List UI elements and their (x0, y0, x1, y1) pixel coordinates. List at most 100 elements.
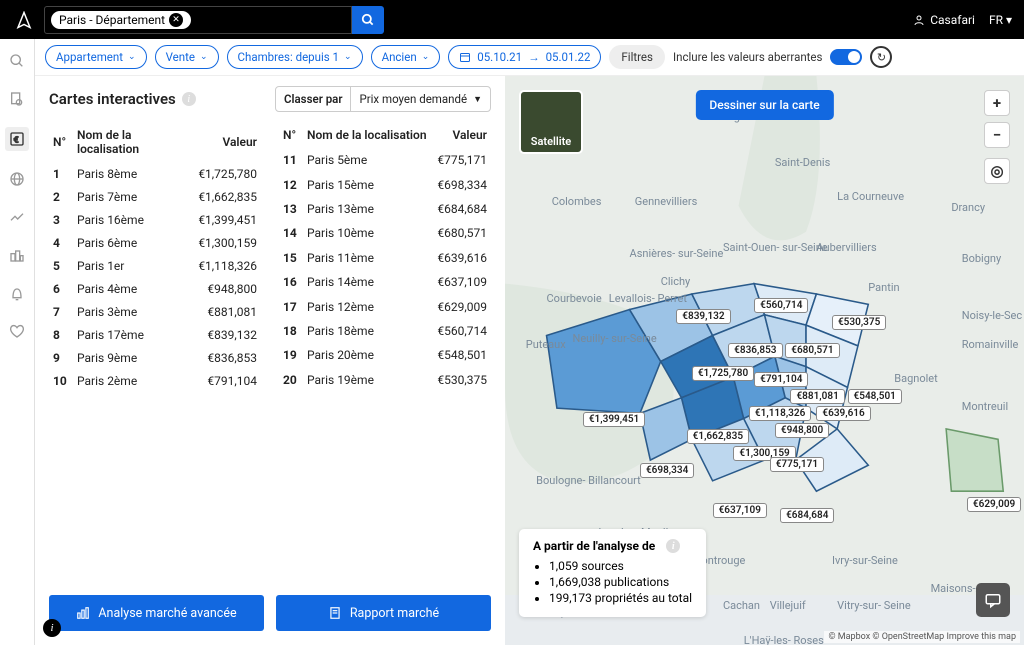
help-icon[interactable]: i (43, 619, 61, 637)
filter-bar: Appartement⌄ Vente⌄ Chambres: depuis 1⌄ … (35, 39, 1024, 76)
map-city-label: Bobigny (962, 252, 1001, 265)
map-city-label: Ivry-sur-Seine (832, 554, 898, 567)
market-report-button[interactable]: Rapport marché (276, 595, 491, 631)
topbar: Paris - Département ✕ Casafari FR ▾ (0, 0, 1024, 39)
table-row[interactable]: 9Paris 9ème€836,853 (51, 347, 259, 368)
refresh-icon[interactable]: ↻ (870, 46, 892, 68)
user-menu[interactable]: Casafari (913, 13, 975, 27)
outliers-toggle[interactable] (830, 49, 862, 65)
map-price-label[interactable]: €1,662,835 (687, 429, 749, 444)
map-price-label[interactable]: €639,616 (816, 406, 870, 421)
map-city-label: Cachan (723, 599, 760, 612)
advanced-analysis-button[interactable]: Analyse marché avancée (49, 595, 264, 631)
satellite-toggle[interactable]: Satellite (519, 90, 583, 154)
sort-selector[interactable]: Classer par Prix moyen demandé▼ (275, 86, 491, 112)
map-city-label: Saint-Ouen- sur-Seine (723, 241, 828, 254)
table-row[interactable]: 3Paris 16ème€1,399,451 (51, 209, 259, 230)
filter-transaction[interactable]: Vente⌄ (155, 45, 219, 69)
search-wrap: Paris - Département ✕ (44, 6, 384, 34)
table-row[interactable]: 20Paris 19ème€530,375 (281, 369, 489, 391)
chart-icon[interactable] (7, 207, 27, 227)
map-price-label[interactable]: €836,853 (728, 343, 782, 358)
euro-map-icon[interactable]: € (5, 127, 29, 151)
table-row[interactable]: 15Paris 11ème€639,616 (281, 247, 489, 269)
table-row[interactable]: 2Paris 7ème€1,662,835 (51, 186, 259, 207)
heart-icon[interactable] (7, 321, 27, 341)
map-city-label: Gennevilliers (635, 195, 698, 208)
filter-age[interactable]: Ancien⌄ (371, 45, 441, 69)
info-icon[interactable]: i (666, 539, 680, 553)
map-price-label[interactable]: €881,081 (790, 389, 844, 404)
panel-title: Cartes interactives (49, 90, 176, 108)
close-icon[interactable]: ✕ (169, 13, 183, 27)
map-price-label[interactable]: €1,399,451 (583, 412, 645, 427)
table-row[interactable]: 5Paris 1er€1,118,326 (51, 255, 259, 276)
map-price-label[interactable]: €775,171 (770, 457, 824, 472)
table-row[interactable]: 10Paris 2ème€791,104 (51, 370, 259, 391)
map-price-label[interactable]: €698,334 (640, 463, 694, 478)
table-row[interactable]: 8Paris 17ème€839,132 (51, 324, 259, 345)
chart-icon (76, 606, 90, 620)
table-row[interactable]: 18Paris 18ème€560,714 (281, 320, 489, 342)
table-row[interactable]: 13Paris 13ème€684,684 (281, 198, 489, 220)
map-price-label[interactable]: €548,501 (848, 389, 902, 404)
map-city-label: Vitry-sur- Seine (837, 599, 911, 612)
document-search-icon[interactable] (7, 89, 27, 109)
search-input[interactable]: Paris - Département ✕ (44, 6, 352, 34)
zoom-out-button[interactable]: − (984, 122, 1010, 148)
map-price-label[interactable]: €1,725,780 (692, 366, 754, 381)
table-row[interactable]: 6Paris 4ème€948,800 (51, 278, 259, 299)
top-right: Casafari FR ▾ (913, 13, 1012, 27)
table-row[interactable]: 16Paris 14ème€637,109 (281, 271, 489, 293)
search-icon[interactable] (7, 51, 27, 71)
search-button[interactable] (352, 6, 384, 34)
map-price-label[interactable]: €839,132 (676, 309, 730, 324)
table-row[interactable]: 17Paris 12ème€629,009 (281, 295, 489, 317)
filter-daterange[interactable]: 05.10.21→05.01.22 (448, 45, 601, 69)
table-row[interactable]: 4Paris 6ème€1,300,159 (51, 232, 259, 253)
locate-button[interactable]: ◎ (984, 158, 1010, 184)
map-price-label[interactable]: €1,118,326 (749, 406, 811, 421)
table-row[interactable]: 11Paris 5ème€775,171 (281, 149, 489, 171)
lang-selector[interactable]: FR ▾ (989, 13, 1012, 27)
map-price-label[interactable]: €530,375 (832, 315, 886, 330)
map-price-label[interactable]: €629,009 (967, 497, 1021, 512)
analysis-item: 199,173 propriétés au total (549, 591, 692, 605)
table-row[interactable]: 7Paris 3ème€881,081 (51, 301, 259, 322)
map-city-label: Aubervilliers (816, 241, 876, 254)
buildings-icon[interactable] (7, 245, 27, 265)
map-city-label: Pantin (868, 281, 899, 294)
table-row[interactable]: 14Paris 10ème€680,571 (281, 222, 489, 244)
draw-on-map-button[interactable]: Dessiner sur la carte (695, 90, 833, 120)
search-chip-label: Paris - Département (59, 13, 165, 27)
map-price-label[interactable]: €680,571 (785, 343, 839, 358)
filter-type[interactable]: Appartement⌄ (45, 45, 147, 69)
table-row[interactable]: 19Paris 20ème€548,501 (281, 344, 489, 366)
analysis-summary: A partir de l'analyse dei 1,059 sources1… (519, 529, 706, 617)
search-chip[interactable]: Paris - Département ✕ (51, 11, 191, 29)
filters-button[interactable]: Filtres (609, 45, 665, 69)
map-price-label[interactable]: €948,800 (775, 423, 829, 438)
map-city-label: Neuilly- sur-Seine (572, 332, 656, 345)
filter-rooms[interactable]: Chambres: depuis 1⌄ (227, 45, 363, 69)
map-attribution: © Mapbox © OpenStreetMap Improve this ma… (824, 631, 1020, 643)
map-price-label[interactable]: €791,104 (754, 372, 808, 387)
table-row[interactable]: 12Paris 15ème€698,334 (281, 173, 489, 195)
globe-icon[interactable] (7, 169, 27, 189)
map-city-label: Villejuif (770, 599, 806, 612)
map-city-label: Noisy-le-Sec (962, 309, 1022, 322)
map-city-label: La Courneuve (837, 190, 904, 203)
map-city-label: Bagnolet (894, 372, 937, 385)
chat-button[interactable] (976, 583, 1010, 617)
map-price-label[interactable]: €684,684 (780, 508, 834, 523)
map-price-label[interactable]: €560,714 (754, 298, 808, 313)
document-icon (328, 606, 342, 620)
zoom-in-button[interactable]: + (984, 90, 1010, 116)
info-icon[interactable]: i (182, 92, 196, 106)
ranking-table-left: N°Nom de la localisationValeur 1Paris 8è… (49, 122, 261, 393)
bell-icon[interactable] (7, 283, 27, 303)
map[interactable]: ArgenteuilSaint-DenisLa CourneuveDrancyG… (505, 76, 1024, 645)
map-city-label: Levallois- Perret (609, 292, 687, 305)
map-price-label[interactable]: €637,109 (713, 503, 767, 518)
table-row[interactable]: 1Paris 8ème€1,725,780 (51, 163, 259, 184)
